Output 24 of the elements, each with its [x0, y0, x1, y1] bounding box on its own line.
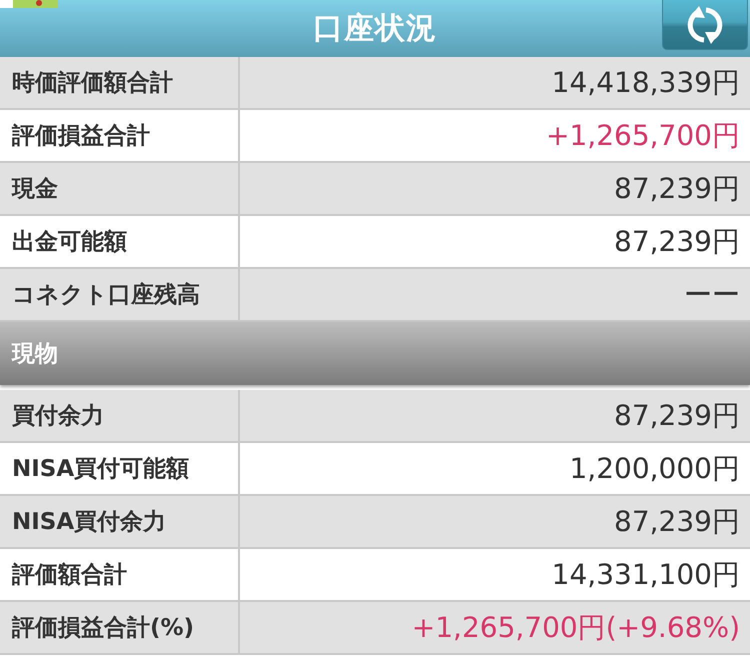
window-title: 口座状況	[313, 10, 437, 48]
row-label: 評価損益合計(%)	[0, 602, 240, 653]
row-label: 時価評価額合計	[0, 57, 240, 108]
row-label: 買付余力	[0, 390, 240, 441]
row-value: 87,239円	[613, 398, 741, 434]
row-label: 現金	[0, 163, 240, 214]
row-value: +1,265,700円(+9.68%)	[410, 610, 741, 646]
row-label: 評価損益合計	[0, 110, 240, 161]
row-value: 14,331,100円	[550, 556, 741, 592]
row-value: ーー	[683, 276, 741, 312]
row-value: 87,239円	[613, 224, 741, 260]
refresh-button[interactable]	[662, 0, 748, 50]
row-label: 評価額合計	[0, 549, 240, 600]
row-value: +1,265,700円	[545, 118, 741, 154]
row-value: 87,239円	[613, 504, 741, 540]
corner-image-drawing	[0, 0, 58, 8]
row-value: 1,200,000円	[568, 450, 741, 486]
row-value: 87,239円	[613, 170, 741, 206]
section-header: 現物	[0, 322, 750, 385]
row-value: 14,418,339円	[550, 64, 741, 100]
row-label: NISA買付余力	[0, 496, 240, 547]
row-label: 出金可能額	[0, 216, 240, 267]
row-label: コネクト口座残高	[0, 269, 240, 320]
row-label: NISA買付可能額	[0, 443, 240, 494]
